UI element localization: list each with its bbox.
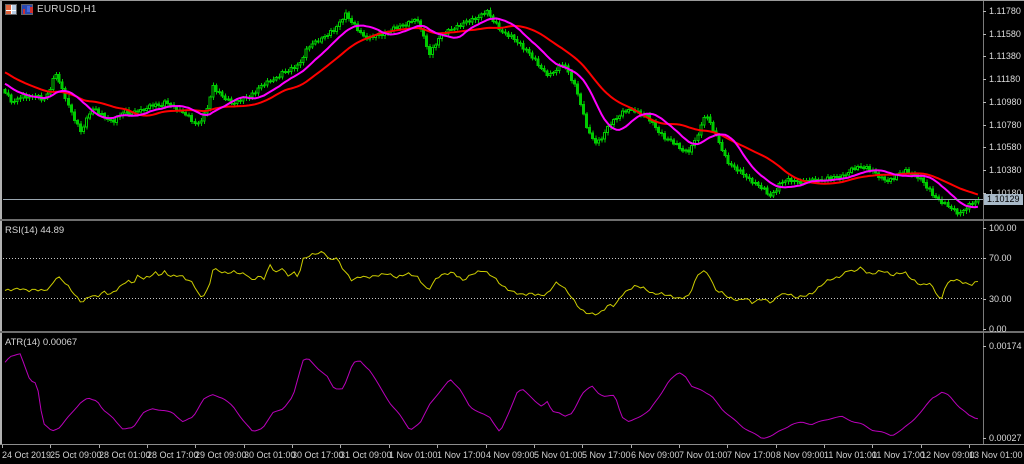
axis-tick — [983, 170, 986, 171]
time-axis-label: 8 Nov 09:00 — [776, 450, 825, 460]
axis-tick — [983, 56, 986, 57]
time-axis-tick — [2, 445, 3, 448]
time-axis-tick — [631, 445, 632, 448]
axis-tick-label: 0.00174 — [989, 341, 1022, 351]
rsi-line — [4, 250, 978, 316]
axis-tick-label: 1.10780 — [989, 120, 1022, 130]
time-axis-tick — [340, 445, 341, 448]
time-axis-label: 4 Nov 09:00 — [486, 450, 535, 460]
time-axis-label: 1 Nov 17:00 — [437, 450, 486, 460]
time-axis-label: 29 Oct 09:00 — [195, 450, 247, 460]
time-axis-label: 11 Nov 01:00 — [824, 450, 877, 460]
rsi-indicator-label: RSI(14) 44.89 — [5, 225, 65, 236]
time-axis-tick — [776, 445, 777, 448]
time-axis-tick — [195, 445, 196, 448]
time-axis-tick — [921, 445, 922, 448]
axis-tick-label: 1.11380 — [989, 51, 1021, 61]
time-axis-tick — [679, 445, 680, 448]
chart-window: EURUSD,H1 1.11780 1.11580 1.11380 1.11180 1.… — [0, 0, 1024, 464]
axis-tick-label: 1.11780 — [989, 6, 1021, 16]
symbol-timeframe-label: EURUSD,H1 — [37, 4, 97, 15]
candlestick-chart-icon[interactable] — [21, 4, 33, 15]
grid-icon[interactable] — [5, 4, 17, 15]
price-axis[interactable]: 1.11780 1.11580 1.11380 1.11180 1.10980 1.107… — [983, 1, 1024, 219]
axis-tick — [983, 438, 986, 439]
axis-tick — [983, 346, 986, 347]
axis-tick-label: 1.11580 — [989, 29, 1021, 39]
time-axis-tick — [872, 445, 873, 448]
axis-tick-label: 1.10980 — [989, 97, 1022, 107]
axis-tick-label: 1.10380 — [989, 165, 1022, 175]
axis-tick — [983, 299, 986, 300]
time-axis-tick — [437, 445, 438, 448]
time-axis-label: 11 Nov 17:00 — [872, 450, 925, 460]
time-axis-tick — [244, 445, 245, 448]
time-axis-label: 13 Nov 01:00 — [969, 450, 1023, 460]
time-axis-label: 24 Oct 2019 — [2, 450, 52, 460]
axis-tick — [983, 102, 986, 103]
time-axis-label: 6 Nov 09:00 — [631, 450, 680, 460]
time-axis-label: 12 Nov 09:00 — [921, 450, 975, 460]
axis-tick — [983, 79, 986, 80]
chart-header: EURUSD,H1 — [5, 3, 97, 16]
time-axis-tick — [486, 445, 487, 448]
rsi-chart-canvas[interactable] — [3, 221, 983, 331]
time-axis-tick — [582, 445, 583, 448]
time-axis-tick — [824, 445, 825, 448]
time-axis[interactable]: 24 Oct 2019 25 Oct 09:00 28 Oct 01:00 28 Oc… — [0, 445, 1024, 464]
axis-tick-label: 1.11180 — [989, 74, 1021, 84]
axis-tick — [983, 125, 986, 126]
atr-indicator-label: ATR(14) 0.00067 — [5, 337, 78, 348]
time-axis-label: 7 Nov 17:00 — [727, 450, 776, 460]
time-axis-tick — [727, 445, 728, 448]
time-axis-tick — [99, 445, 100, 448]
time-axis-label: 5 Nov 17:00 — [582, 450, 631, 460]
time-axis-label: 5 Nov 01:00 — [534, 450, 583, 460]
time-axis-label: 30 Oct 01:00 — [244, 450, 296, 460]
window-left-border — [0, 0, 2, 464]
axis-tick — [983, 147, 986, 148]
time-axis-tick — [389, 445, 390, 448]
rsi-axis[interactable]: 100.00 70.00 30.00 0.00 — [983, 221, 1024, 334]
atr-chart-canvas[interactable] — [3, 333, 983, 444]
axis-tick — [983, 329, 986, 330]
time-axis-label: 7 Nov 01:00 — [679, 450, 728, 460]
time-axis-label: 28 Oct 17:00 — [147, 450, 199, 460]
axis-tick — [983, 11, 986, 12]
time-axis-tick — [50, 445, 51, 448]
time-axis-tick — [292, 445, 293, 448]
atr-axis[interactable]: 0.00174 0.00027 — [983, 333, 1024, 444]
axis-tick-label: 70.00 — [989, 253, 1012, 263]
axis-tick — [983, 258, 986, 259]
axis-tick-label: 30.00 — [989, 294, 1012, 304]
current-price-tag: 1.10129 — [984, 194, 1023, 205]
time-axis-label: 1 Nov 01:00 — [389, 450, 438, 460]
axis-tick — [983, 228, 986, 229]
time-axis-label: 30 Oct 17:00 — [292, 450, 344, 460]
time-axis-tick — [969, 445, 970, 448]
time-axis-label: 25 Oct 09:00 — [50, 450, 102, 460]
axis-tick — [983, 34, 986, 35]
axis-tick-label: 1.10580 — [989, 142, 1022, 152]
time-axis-tick — [534, 445, 535, 448]
axis-tick-label: 100.00 — [989, 223, 1017, 233]
axis-tick-label: 0.00027 — [989, 433, 1022, 443]
price-chart-canvas[interactable] — [3, 1, 983, 219]
time-axis-tick — [147, 445, 148, 448]
atr-line — [4, 353, 978, 439]
time-axis-label: 31 Oct 09:00 — [340, 450, 392, 460]
time-axis-label: 28 Oct 01:00 — [99, 450, 151, 460]
